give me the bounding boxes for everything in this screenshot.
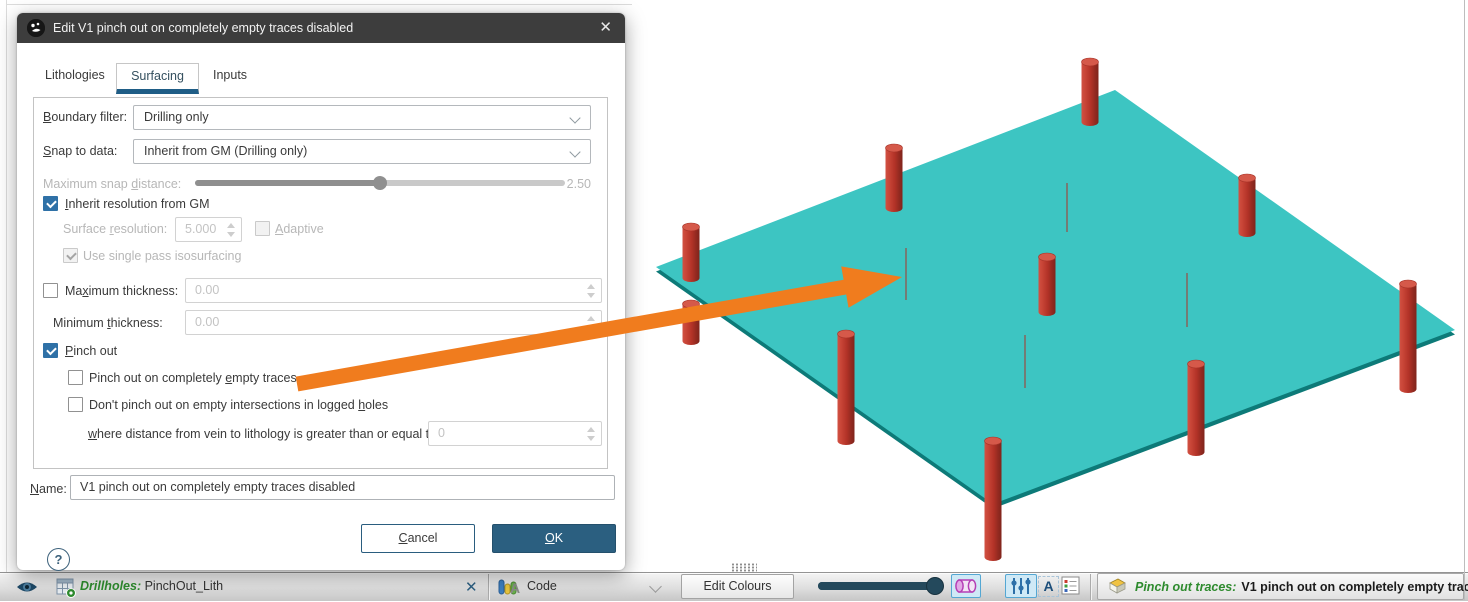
- snap-to-data-value: Inherit from GM (Drilling only): [144, 144, 307, 158]
- spinner-arrows-icon: [587, 284, 595, 298]
- layer-name-label: PinchOut_Lith: [141, 579, 223, 593]
- opacity-slider-fill: [818, 582, 942, 590]
- drillhole-table-icon: [56, 578, 77, 598]
- visibility-eye-icon[interactable]: [16, 580, 38, 594]
- legend-list-icon: [1061, 576, 1081, 595]
- inherit-resolution-checkbox[interactable]: [43, 196, 58, 211]
- layer-type-label: Drillholes:: [80, 579, 141, 593]
- help-button[interactable]: ?: [47, 548, 70, 571]
- dont-pinch-out-label: Don't pinch out on empty intersections i…: [89, 398, 388, 412]
- single-pass-label: Use single pass isosurfacing: [83, 249, 241, 263]
- max-snap-distance-slider-fill: [195, 180, 380, 186]
- tab-inputs[interactable]: Inputs: [213, 68, 247, 82]
- drillhole-cylinder: [1082, 58, 1099, 126]
- svg-text:A: A: [510, 580, 520, 596]
- opacity-slider-knob[interactable]: [926, 577, 944, 595]
- max-snap-distance-slider-knob: [373, 176, 387, 190]
- spinner-arrows-icon: [227, 223, 235, 237]
- snap-to-data-label: Snap to data:: [43, 144, 117, 158]
- vein-mesh-icon: [1106, 577, 1128, 596]
- name-label: Name:: [30, 482, 67, 496]
- max-thickness-checkbox[interactable]: [43, 283, 58, 298]
- tab-surfacing[interactable]: Surfacing: [116, 63, 199, 94]
- drillhole-cylinder: [886, 144, 903, 212]
- max-snap-distance-slider: [195, 180, 565, 186]
- dialog-title: Edit V1 pinch out on completely empty tr…: [53, 13, 353, 43]
- edit-colours-button[interactable]: Edit Colours: [681, 574, 794, 599]
- drillhole-cylinder: [683, 223, 700, 282]
- min-thickness-input: 0.00: [185, 310, 602, 335]
- sliders-icon: [1006, 575, 1036, 597]
- dialog-close-icon[interactable]: ✕: [595, 13, 616, 43]
- surface-resolution-label: Surface resolution:: [63, 222, 167, 236]
- adaptive-checkbox: [255, 221, 270, 236]
- where-distance-label: where distance from vein to lithology is…: [88, 427, 440, 441]
- min-thickness-value: 0.00: [195, 315, 219, 329]
- drillhole-cylinder: [838, 330, 855, 445]
- drillhole-cylinder: [985, 437, 1002, 561]
- edit-vein-dialog: Edit V1 pinch out on completely empty tr…: [17, 13, 625, 570]
- spinner-arrows-icon: [587, 316, 595, 330]
- cylinder-icon: [952, 575, 980, 597]
- remove-from-scene-icon[interactable]: ✕: [465, 578, 478, 596]
- colour-column-label: Code: [527, 579, 557, 593]
- spinner-arrows-icon: [587, 427, 595, 441]
- colour-column-icon: A: [498, 577, 522, 597]
- pinch-out-empty-traces-label: Pinch out on completely empty traces: [89, 371, 297, 385]
- max-snap-distance-label: Maximum snap distance:: [43, 177, 181, 191]
- max-thickness-value: 0.00: [195, 283, 219, 297]
- drillhole-cylinder: [1400, 280, 1417, 393]
- chevron-down-icon: [569, 112, 580, 123]
- pinch-out-traces-panel[interactable]: Pinch out traces: V1 pinch out on comple…: [1097, 573, 1464, 600]
- dont-pinch-out-checkbox[interactable]: [68, 397, 83, 412]
- surface-resolution-value: 5.000: [185, 222, 216, 236]
- ok-button[interactable]: OK: [492, 524, 616, 553]
- filter-values-toggle[interactable]: [1005, 574, 1037, 598]
- pinch-out-traces-label: Pinch out traces:: [1135, 580, 1236, 594]
- name-input[interactable]: V1 pinch out on completely empty traces …: [70, 475, 615, 500]
- drillhole-cylinder: [1188, 360, 1205, 456]
- dialog-titlebar[interactable]: Edit V1 pinch out on completely empty tr…: [17, 13, 625, 43]
- cancel-button[interactable]: Cancel: [361, 524, 475, 553]
- boundary-filter-value: Drilling only: [144, 110, 209, 124]
- pinch-out-checkbox[interactable]: [43, 343, 58, 358]
- inherit-resolution-label: Inherit resolution from GM: [65, 197, 210, 211]
- pinch-out-empty-traces-checkbox[interactable]: [68, 370, 83, 385]
- where-distance-value: 0: [438, 426, 445, 440]
- statusbar-divider: [488, 574, 489, 600]
- min-thickness-label: Minimum thickness:: [53, 316, 163, 330]
- leapfrog-app-icon: [27, 19, 45, 37]
- show-as-cylinders-toggle[interactable]: [951, 574, 981, 598]
- show-legend-toggle[interactable]: [1061, 576, 1081, 600]
- surface-resolution-input: 5.000: [175, 217, 242, 242]
- tab-lithologies[interactable]: Lithologies: [45, 68, 105, 82]
- pinch-out-label: Pinch out: [65, 344, 117, 358]
- drillhole-cylinder: [1039, 253, 1056, 316]
- adaptive-label: Adaptive: [275, 222, 324, 236]
- chevron-down-icon: [569, 146, 580, 157]
- max-thickness-label: Maximum thickness:: [65, 284, 178, 298]
- single-pass-checkbox: [63, 248, 78, 263]
- show-text-toggle[interactable]: A: [1038, 576, 1059, 597]
- app-window-right-border: [1464, 0, 1465, 600]
- max-snap-distance-value: 2.50: [557, 177, 591, 191]
- boundary-filter-select[interactable]: Drilling only: [133, 105, 591, 130]
- snap-to-data-select[interactable]: Inherit from GM (Drilling only): [133, 139, 591, 164]
- name-value: V1 pinch out on completely empty traces …: [80, 480, 355, 494]
- drillhole-cylinder: [683, 300, 700, 345]
- max-thickness-input: 0.00: [185, 278, 602, 303]
- where-distance-input: 0: [428, 421, 602, 446]
- pinch-out-traces-value: V1 pinch out on completely empty traces.…: [1241, 580, 1468, 594]
- toolbar-grip-handle[interactable]: [731, 563, 757, 572]
- opacity-slider[interactable]: [818, 582, 942, 590]
- drillhole-cylinder: [1239, 174, 1256, 237]
- boundary-filter-label: Boundary filter:: [43, 110, 127, 124]
- active-layer-label: Drillholes: PinchOut_Lith: [80, 579, 223, 593]
